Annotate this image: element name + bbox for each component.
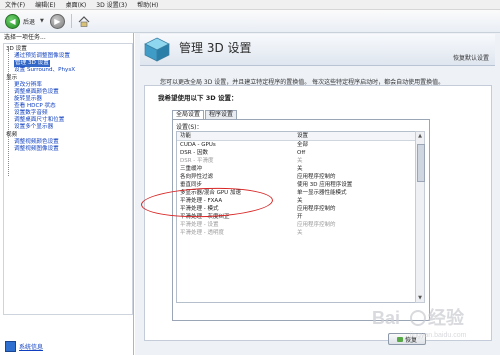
tree-item-preview-image[interactable]: 通过预览调整图像设置 (14, 53, 70, 60)
svg-text:jingyan.baidu.com: jingyan.baidu.com (409, 332, 467, 339)
page-header: 管理 3D 设置 恢复默认设置 (140, 34, 495, 66)
table-row[interactable]: 平滑处理 - 设置 应用程序控制的 (177, 221, 415, 229)
3d-cube-icon (144, 37, 170, 62)
setting-cell[interactable]: 单一显示器性能模式 (297, 189, 347, 197)
back-arrow-icon[interactable]: ◀ (5, 13, 20, 29)
tab-content: 设置(S)： 功能 设置 CUDA - GPUs 全部 DSR - 因数 Off… (172, 119, 430, 345)
scroll-up-icon[interactable]: ▲ (416, 132, 424, 140)
tree-item-multi-display[interactable]: 设置多个显示器 (14, 124, 53, 131)
task-header: 选择一项任务... (4, 34, 46, 41)
table-row[interactable]: 三重缓冲 关 (177, 165, 415, 173)
settings-grid: 功能 设置 CUDA - GPUs 全部 DSR - 因数 Off DSR - … (176, 131, 416, 303)
tree-item-desktop-color[interactable]: 调整桌面颜色设置 (14, 89, 59, 96)
tree-item-surround-physx[interactable]: 设置 Surround、PhysX (14, 67, 75, 74)
watermark-logo: Bai 经验 jingyan.baidu.com (372, 307, 467, 339)
grid-header: 功能 设置 (177, 132, 415, 141)
setting-cell[interactable]: 开 (297, 213, 303, 221)
setting-cell[interactable]: 全部 (297, 141, 308, 149)
svg-text:Bai: Bai (372, 308, 400, 328)
restore-defaults-link[interactable]: 恢复默认设置 (453, 53, 489, 62)
feature-cell: 平滑处理 - 透明度 (180, 230, 224, 236)
menu-desktop[interactable]: 桌面(K) (61, 0, 92, 9)
column-header-feature[interactable]: 功能 (180, 132, 191, 140)
table-row[interactable]: 各向异性过滤 应用程序控制的 (177, 173, 415, 181)
setting-cell[interactable]: 关 (297, 197, 303, 205)
setting-cell[interactable]: 应用程序控制的 (297, 221, 336, 229)
tree-item-video-color[interactable]: 调整视频颜色设置 (14, 139, 59, 146)
forward-arrow-icon[interactable]: ▶ (49, 13, 65, 29)
tree-category-display[interactable]: 显示 (6, 75, 17, 82)
scroll-down-icon[interactable]: ▼ (416, 294, 424, 302)
toolbar-separator (70, 14, 72, 28)
menu-bar: 文件(F) 编辑(E) 桌面(K) 3D 设置(3) 帮助(H) (0, 0, 500, 10)
tab-program-settings[interactable]: 程序设置 (205, 110, 238, 119)
tree-item-video-image[interactable]: 调整视频图像设置 (14, 146, 59, 153)
feature-cell: 平滑处理 - 设置 (180, 222, 219, 228)
system-info-label[interactable]: 系统信息 (19, 342, 43, 351)
table-row[interactable]: CUDA - GPUs 全部 (177, 141, 415, 149)
back-dropdown-icon[interactable]: ▼ (40, 18, 44, 24)
svg-text:经验: 经验 (428, 307, 465, 328)
system-info-link[interactable]: 系统信息 (5, 341, 43, 352)
table-row[interactable]: DSR - 因数 Off (177, 149, 415, 157)
task-panel: 选择一项任务... 3D 设置 通过预览调整图像设置 管理 3D 设置 设置 S… (0, 33, 134, 355)
setting-cell[interactable]: 应用程序控制的 (297, 205, 336, 213)
menu-edit[interactable]: 编辑(E) (30, 0, 60, 9)
tree-category-video[interactable]: 视频 (6, 132, 17, 139)
menu-help[interactable]: 帮助(H) (132, 0, 163, 9)
setting-cell[interactable]: 关 (297, 157, 303, 165)
feature-cell: 各向异性过滤 (180, 174, 214, 180)
tree-item-resolution[interactable]: 更改分辨率 (14, 82, 42, 89)
tree-connector (8, 50, 9, 176)
back-button-label[interactable]: 后退 (23, 17, 35, 26)
tab-global-settings[interactable]: 全局设置 (172, 110, 205, 119)
tree-category-3d[interactable]: 3D 设置 (6, 46, 27, 53)
system-info-icon (5, 341, 16, 352)
page-title: 管理 3D 设置 (179, 41, 252, 55)
setting-cell[interactable]: 关 (297, 229, 303, 237)
settings-prompt: 我希望使用以下 3D 设置： (158, 94, 238, 102)
settings-tabs: 全局设置 程序设置 (172, 110, 238, 119)
task-tree: 3D 设置 通过预览调整图像设置 管理 3D 设置 设置 Surround、Ph… (3, 43, 133, 315)
feature-cell: CUDA - GPUs (180, 142, 216, 148)
setting-cell[interactable]: 使用 3D 应用程序设置 (297, 181, 352, 189)
setting-cell[interactable]: 应用程序控制的 (297, 173, 336, 181)
table-row[interactable]: DSR - 平滑度 关 (177, 157, 415, 165)
settings-scrollbar[interactable]: ▲ ▼ (415, 131, 425, 303)
toolbar: ◀ 后退 ▼ ▶ (0, 10, 500, 33)
feature-cell: 三重缓冲 (180, 166, 203, 172)
tree-item-digital-audio[interactable]: 设置数字音频 (14, 110, 48, 117)
scroll-thumb[interactable] (417, 144, 425, 182)
tree-item-desktop-size[interactable]: 调整桌面尺寸和位置 (14, 117, 64, 124)
menu-file[interactable]: 文件(F) (0, 0, 30, 9)
setting-cell[interactable]: Off (297, 149, 305, 157)
home-icon[interactable] (78, 15, 90, 27)
table-row[interactable]: 平滑处理 - 透明度 关 (177, 229, 415, 237)
feature-cell: DSR - 平滑度 (180, 158, 214, 164)
tree-item-hdcp[interactable]: 查看 HDCP 状态 (14, 103, 56, 110)
menu-3d-settings[interactable]: 3D 设置(3) (91, 0, 132, 9)
column-header-setting[interactable]: 设置 (297, 132, 308, 140)
feature-cell: DSR - 因数 (180, 150, 209, 156)
settings-list-label: 设置(S)： (176, 124, 203, 131)
tree-item-manage-3d[interactable]: 管理 3D 设置 (14, 60, 50, 67)
tree-item-rotate[interactable]: 旋转显示器 (14, 96, 42, 103)
setting-cell[interactable]: 关 (297, 165, 303, 173)
